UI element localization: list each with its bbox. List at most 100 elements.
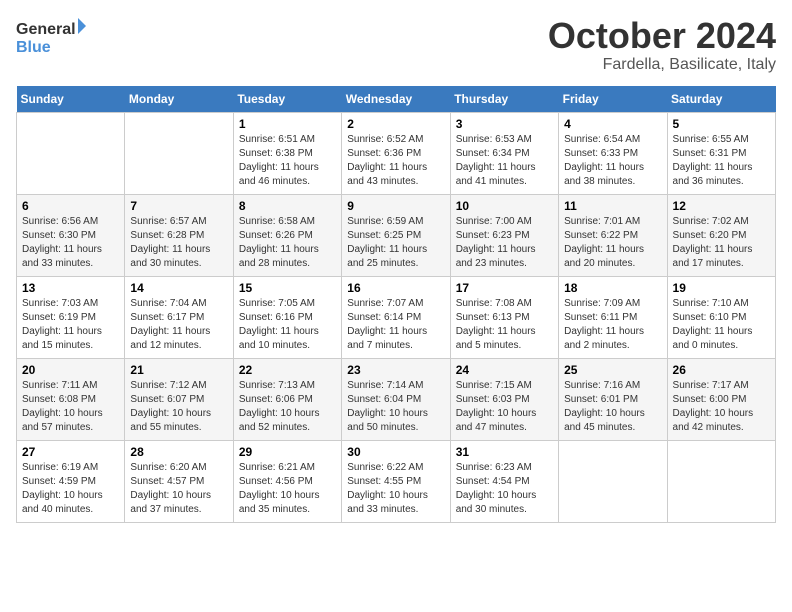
day-number: 28 (130, 445, 227, 459)
day-detail: Sunrise: 6:23 AM Sunset: 4:54 PM Dayligh… (456, 461, 553, 517)
calendar-cell: 4 Sunrise: 6:54 AM Sunset: 6:33 PM Daylig… (559, 112, 667, 194)
day-detail: Sunrise: 7:15 AM Sunset: 6:03 PM Dayligh… (456, 379, 553, 435)
calendar-cell: 17Sunrise: 7:08 AM Sunset: 6:13 PM Dayli… (450, 276, 558, 358)
calendar-cell: 10 Sunrise: 7:00 AM Sunset: 6:23 PM Dayli… (450, 194, 558, 276)
day-number: 14 (130, 281, 227, 295)
day-detail: Sunrise: 7:11 AM Sunset: 6:08 PM Dayligh… (22, 379, 119, 435)
day-detail: Sunrise: 7:05 AM Sunset: 6:16 PM Dayligh… (239, 297, 336, 353)
day-detail: Sunrise: 6:20 AM Sunset: 4:57 PM Dayligh… (130, 461, 227, 517)
day-number: 23 (347, 363, 444, 377)
day-detail: Sunrise: 7:08 AM Sunset: 6:13 PM Dayligh… (456, 297, 553, 353)
day-detail: Sunrise: 7:14 AM Sunset: 6:04 PM Dayligh… (347, 379, 444, 435)
calendar-week-row: 20Sunrise: 7:11 AM Sunset: 6:08 PM Dayli… (17, 358, 776, 440)
day-number: 6 (22, 199, 119, 213)
calendar-table: SundayMondayTuesdayWednesdayThursdayFrid… (16, 86, 776, 523)
day-number: 13 (22, 281, 119, 295)
day-number: 24 (456, 363, 553, 377)
day-number: 18 (564, 281, 661, 295)
day-number: 29 (239, 445, 336, 459)
calendar-cell: 29 Sunrise: 6:21 AM Sunset: 4:56 PM Dayli… (233, 440, 341, 522)
day-detail: Sunrise: 6:55 AM Sunset: 6:31 PM Dayligh… (673, 133, 770, 189)
calendar-cell: 18Sunrise: 7:09 AM Sunset: 6:11 PM Dayli… (559, 276, 667, 358)
logo: General Blue (16, 16, 86, 60)
logo-svg: General Blue (16, 16, 86, 60)
calendar-cell: 23 Sunrise: 7:14 AM Sunset: 6:04 PM Dayli… (342, 358, 450, 440)
svg-text:General: General (16, 21, 76, 38)
calendar-cell: 31 Sunrise: 6:23 AM Sunset: 4:54 PM Dayli… (450, 440, 558, 522)
calendar-cell: 9Sunrise: 6:59 AM Sunset: 6:25 PM Daylig… (342, 194, 450, 276)
day-number: 12 (673, 199, 770, 213)
day-detail: Sunrise: 7:13 AM Sunset: 6:06 PM Dayligh… (239, 379, 336, 435)
calendar-cell (125, 112, 233, 194)
calendar-title: October 2024 (548, 16, 776, 56)
day-header-friday: Friday (559, 86, 667, 113)
day-number: 19 (673, 281, 770, 295)
day-detail: Sunrise: 7:12 AM Sunset: 6:07 PM Dayligh… (130, 379, 227, 435)
day-detail: Sunrise: 6:53 AM Sunset: 6:34 PM Dayligh… (456, 133, 553, 189)
day-number: 16 (347, 281, 444, 295)
title-block: October 2024 Fardella, Basilicate, Italy (548, 16, 776, 74)
calendar-cell (667, 440, 775, 522)
day-detail: Sunrise: 7:16 AM Sunset: 6:01 PM Dayligh… (564, 379, 661, 435)
calendar-week-row: 6 Sunrise: 6:56 AM Sunset: 6:30 PM Daylig… (17, 194, 776, 276)
day-detail: Sunrise: 7:07 AM Sunset: 6:14 PM Dayligh… (347, 297, 444, 353)
day-number: 4 (564, 117, 661, 131)
day-detail: Sunrise: 6:22 AM Sunset: 4:55 PM Dayligh… (347, 461, 444, 517)
calendar-cell: 20Sunrise: 7:11 AM Sunset: 6:08 PM Dayli… (17, 358, 125, 440)
day-detail: Sunrise: 6:57 AM Sunset: 6:28 PM Dayligh… (130, 215, 227, 271)
calendar-subtitle: Fardella, Basilicate, Italy (548, 56, 776, 74)
day-header-monday: Monday (125, 86, 233, 113)
day-number: 15 (239, 281, 336, 295)
day-detail: Sunrise: 6:54 AM Sunset: 6:33 PM Dayligh… (564, 133, 661, 189)
day-detail: Sunrise: 6:51 AM Sunset: 6:38 PM Dayligh… (239, 133, 336, 189)
calendar-week-row: 1 Sunrise: 6:51 AM Sunset: 6:38 PM Daylig… (17, 112, 776, 194)
day-number: 25 (564, 363, 661, 377)
day-number: 30 (347, 445, 444, 459)
calendar-cell (559, 440, 667, 522)
calendar-cell: 13 Sunrise: 7:03 AM Sunset: 6:19 PM Dayli… (17, 276, 125, 358)
calendar-cell: 5 Sunrise: 6:55 AM Sunset: 6:31 PM Daylig… (667, 112, 775, 194)
day-detail: Sunrise: 7:03 AM Sunset: 6:19 PM Dayligh… (22, 297, 119, 353)
calendar-cell: 1 Sunrise: 6:51 AM Sunset: 6:38 PM Daylig… (233, 112, 341, 194)
day-number: 22 (239, 363, 336, 377)
calendar-cell: 7 Sunrise: 6:57 AM Sunset: 6:28 PM Daylig… (125, 194, 233, 276)
day-detail: Sunrise: 7:02 AM Sunset: 6:20 PM Dayligh… (673, 215, 770, 271)
calendar-cell: 16 Sunrise: 7:07 AM Sunset: 6:14 PM Dayli… (342, 276, 450, 358)
day-number: 3 (456, 117, 553, 131)
calendar-cell: 28 Sunrise: 6:20 AM Sunset: 4:57 PM Dayli… (125, 440, 233, 522)
day-number: 21 (130, 363, 227, 377)
day-detail: Sunrise: 7:10 AM Sunset: 6:10 PM Dayligh… (673, 297, 770, 353)
day-detail: Sunrise: 6:21 AM Sunset: 4:56 PM Dayligh… (239, 461, 336, 517)
day-number: 2 (347, 117, 444, 131)
day-number: 26 (673, 363, 770, 377)
calendar-cell: 15 Sunrise: 7:05 AM Sunset: 6:16 PM Dayli… (233, 276, 341, 358)
calendar-cell: 19 Sunrise: 7:10 AM Sunset: 6:10 PM Dayli… (667, 276, 775, 358)
day-number: 7 (130, 199, 227, 213)
calendar-cell: 25 Sunrise: 7:16 AM Sunset: 6:01 PM Dayli… (559, 358, 667, 440)
day-header-sunday: Sunday (17, 86, 125, 113)
day-detail: Sunrise: 7:04 AM Sunset: 6:17 PM Dayligh… (130, 297, 227, 353)
day-detail: Sunrise: 7:17 AM Sunset: 6:00 PM Dayligh… (673, 379, 770, 435)
day-number: 10 (456, 199, 553, 213)
days-header-row: SundayMondayTuesdayWednesdayThursdayFrid… (17, 86, 776, 113)
day-detail: Sunrise: 6:59 AM Sunset: 6:25 PM Dayligh… (347, 215, 444, 271)
day-number: 5 (673, 117, 770, 131)
calendar-cell: 14 Sunrise: 7:04 AM Sunset: 6:17 PM Dayli… (125, 276, 233, 358)
day-detail: Sunrise: 7:00 AM Sunset: 6:23 PM Dayligh… (456, 215, 553, 271)
calendar-cell: 24 Sunrise: 7:15 AM Sunset: 6:03 PM Dayli… (450, 358, 558, 440)
day-detail: Sunrise: 6:56 AM Sunset: 6:30 PM Dayligh… (22, 215, 119, 271)
day-detail: Sunrise: 6:58 AM Sunset: 6:26 PM Dayligh… (239, 215, 336, 271)
day-header-saturday: Saturday (667, 86, 775, 113)
day-header-wednesday: Wednesday (342, 86, 450, 113)
calendar-week-row: 27Sunrise: 6:19 AM Sunset: 4:59 PM Dayli… (17, 440, 776, 522)
calendar-week-row: 13 Sunrise: 7:03 AM Sunset: 6:19 PM Dayli… (17, 276, 776, 358)
day-detail: Sunrise: 6:19 AM Sunset: 4:59 PM Dayligh… (22, 461, 119, 517)
day-number: 8 (239, 199, 336, 213)
calendar-cell: 26 Sunrise: 7:17 AM Sunset: 6:00 PM Dayli… (667, 358, 775, 440)
day-number: 1 (239, 117, 336, 131)
calendar-cell: 2Sunrise: 6:52 AM Sunset: 6:36 PM Daylig… (342, 112, 450, 194)
page-header: General Blue October 2024 Fardella, Basi… (16, 16, 776, 74)
day-number: 31 (456, 445, 553, 459)
calendar-cell: 3 Sunrise: 6:53 AM Sunset: 6:34 PM Daylig… (450, 112, 558, 194)
calendar-cell: 21 Sunrise: 7:12 AM Sunset: 6:07 PM Dayli… (125, 358, 233, 440)
